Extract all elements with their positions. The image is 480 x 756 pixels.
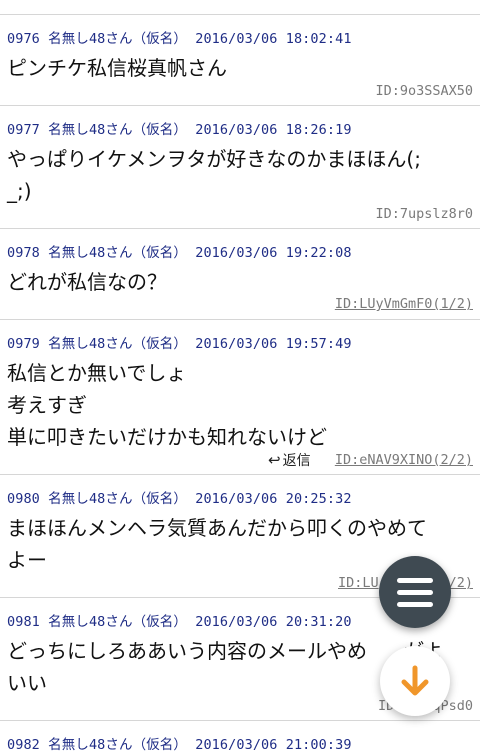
post-body: どれが私信なの？ bbox=[7, 270, 167, 294]
post-meta[interactable]: 0978 名無し48さん（仮名） 2016/03/06 19:22:08 bbox=[7, 241, 352, 261]
post-0978: 0978 名無し48さん（仮名） 2016/03/06 19:22:08 どれが… bbox=[0, 228, 480, 319]
post-0979: 0979 名無し48さん（仮名） 2016/03/06 19:57:49 私信と… bbox=[0, 319, 480, 474]
post-meta[interactable]: 0977 名無し48さん（仮名） 2016/03/06 18:26:19 bbox=[7, 118, 352, 138]
post-meta[interactable]: 0982 名無し48さん（仮名） 2016/03/06 21:00:39 bbox=[7, 733, 352, 753]
hamburger-menu-icon-bar bbox=[397, 602, 433, 607]
post-id[interactable]: ID:LU bbox=[338, 575, 379, 591]
post-id[interactable]: ID:eNAV9XINO(2/2) bbox=[335, 452, 473, 468]
hamburger-menu-icon bbox=[397, 578, 433, 583]
post-meta[interactable]: 0981 名無し48さん（仮名） 2016/03/06 20:31:20 bbox=[7, 610, 352, 630]
post-id[interactable]: ID:9o3SSAX50 bbox=[375, 83, 473, 99]
post-body: ピンチケ私信桜真帆さん bbox=[7, 56, 227, 80]
reply-arrow-icon: ↩ bbox=[268, 451, 281, 469]
post-meta[interactable]: 0979 名無し48さん（仮名） 2016/03/06 19:57:49 bbox=[7, 332, 352, 352]
arrow-down-icon bbox=[401, 665, 429, 696]
post-0982: 0982 名無し48さん（仮名） 2016/03/06 21:00:39 bbox=[0, 720, 480, 756]
hamburger-menu-icon-bar bbox=[397, 590, 433, 595]
scroll-down-button[interactable] bbox=[380, 646, 450, 716]
post-0977: 0977 名無し48さん（仮名） 2016/03/06 18:26:19 やっぱ… bbox=[0, 105, 480, 228]
post-id[interactable]: ID:LUyVmGmF0(1/2) bbox=[335, 296, 473, 312]
reply-label: 返信 bbox=[282, 453, 311, 469]
post-body: 私信とか無いでしょ 考えすぎ 単に叩きたいだけかも知れないけど bbox=[7, 361, 327, 449]
post-meta[interactable]: 0980 名無し48さん（仮名） 2016/03/06 20:25:32 bbox=[7, 487, 352, 507]
post-meta[interactable]: 0976 名無し48さん（仮名） 2016/03/06 18:02:41 bbox=[7, 27, 352, 47]
reply-button[interactable]: ↩ 返信 bbox=[268, 450, 311, 470]
post-id[interactable]: ID:7upslz8r0 bbox=[375, 206, 473, 222]
post-0976: 0976 名無し48さん（仮名） 2016/03/06 18:02:41 ピンチ… bbox=[0, 14, 480, 105]
post-body: やっぱりイケメンヲタが好きなのかまほほん(; _;) bbox=[7, 147, 421, 203]
post-id-tail[interactable]: /2) bbox=[449, 575, 473, 591]
menu-button[interactable] bbox=[379, 556, 451, 628]
